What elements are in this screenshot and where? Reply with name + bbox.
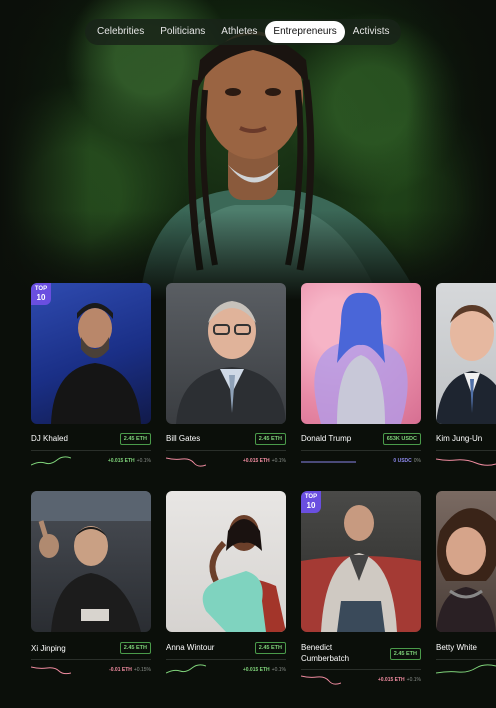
profile-card-benedict-cumberbatch[interactable]: TOP 10 Benedict Cumberbatch 2.45 ETH +0.0… xyxy=(301,491,421,685)
profile-card-xi-jinping[interactable]: Xi Jinping 2.45 ETH -0.01 ETH +0.15% xyxy=(31,491,151,675)
price-change: 0 USDC 0% xyxy=(393,458,421,464)
sparkline xyxy=(301,675,341,685)
profile-card-betty-white[interactable]: Betty White xyxy=(436,491,496,691)
sparkline xyxy=(301,461,356,463)
price-tag: 2.45 ETH xyxy=(254,433,286,445)
top10-badge: TOP 10 xyxy=(31,283,51,305)
price-change: +0.015 ETH +0.1% xyxy=(377,677,421,683)
profile-card-donald-trump[interactable]: Donald Trump 653K USDC 0 USDC 0% xyxy=(301,283,421,464)
price-change: -0.01 ETH +0.15% xyxy=(109,667,151,673)
profile-card-bill-gates[interactable]: Bill Gates 2.45 ETH +0.015 ETH +0.1% xyxy=(166,283,286,467)
price-tag: 653K USDC xyxy=(382,433,421,445)
profile-photo: TOP 10 xyxy=(31,283,151,424)
top10-badge: TOP 10 xyxy=(301,491,321,513)
profile-card-kim-jung-un[interactable]: Kim Jung-Un xyxy=(436,283,496,473)
sparkline xyxy=(166,457,206,467)
sparkline xyxy=(436,458,496,466)
card-name: DJ Khaled xyxy=(31,434,68,443)
tab-athletes[interactable]: Athletes xyxy=(213,21,265,43)
tab-politicians[interactable]: Politicians xyxy=(152,21,213,43)
price-tag: 2.45 ETH xyxy=(119,433,151,445)
profile-card-dj-khaled[interactable]: TOP 10 DJ Khaled 2.45 ETH +0.015 ETH +0.1% xyxy=(31,283,151,466)
card-name: Bill Gates xyxy=(166,434,201,443)
sparkline xyxy=(31,666,71,675)
price-tag: 2.45 ETH xyxy=(254,642,286,654)
card-name: Kim Jung-Un xyxy=(436,434,483,443)
sparkline xyxy=(31,456,71,466)
profile-photo xyxy=(31,491,151,632)
price-tag: 2.45 ETH xyxy=(119,642,151,654)
category-tabs: Celebrities Politicians Athletes Entrepr… xyxy=(85,19,402,45)
profile-photo xyxy=(436,491,496,632)
price-tag: 2.45 ETH xyxy=(389,648,421,660)
profile-photo: TOP 10 xyxy=(301,491,421,632)
tab-celebrities[interactable]: Celebrities xyxy=(89,21,152,43)
price-change: +0.015 ETH +0.1% xyxy=(107,458,151,464)
card-name: Betty White xyxy=(436,643,477,652)
tab-entrepreneurs[interactable]: Entrepreneurs xyxy=(265,21,345,43)
card-name: Xi Jinping xyxy=(31,644,66,653)
price-change: +0.015 ETH +0.1% xyxy=(242,667,286,673)
card-name: Anna Wintour xyxy=(166,643,215,652)
profile-photo xyxy=(166,491,286,632)
card-name: Donald Trump xyxy=(301,434,352,443)
hero-banner xyxy=(0,0,496,300)
profile-photo xyxy=(436,283,496,424)
tab-activists[interactable]: Activists xyxy=(345,21,398,43)
price-change: +0.015 ETH +0.1% xyxy=(242,458,286,464)
sparkline xyxy=(436,664,496,674)
sparkline xyxy=(166,664,206,674)
card-name: Benedict Cumberbatch xyxy=(301,643,350,663)
profile-card-anna-wintour[interactable]: Anna Wintour 2.45 ETH +0.015 ETH +0.1% xyxy=(166,491,286,674)
profile-photo xyxy=(301,283,421,424)
profile-photo xyxy=(166,283,286,424)
